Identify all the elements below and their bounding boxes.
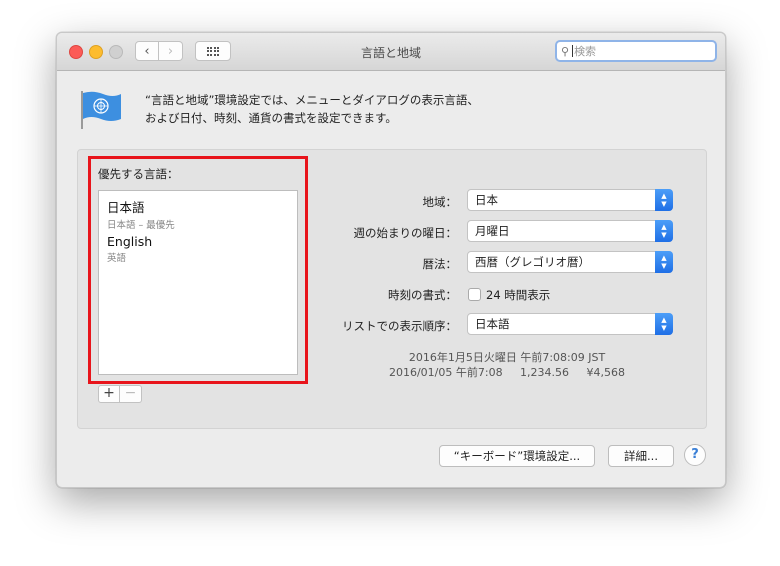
help-button[interactable]: ? (684, 444, 706, 466)
text-caret (572, 45, 574, 57)
title-bar: ‹ › 言語と地域 ⚲ 検索 (57, 33, 725, 71)
updown-arrows-icon: ▲ ▼ (655, 220, 673, 242)
keyboard-preferences-button[interactable]: “キーボード”環境設定... (439, 445, 595, 467)
add-language-button[interactable]: + (98, 385, 120, 403)
description-text: “言語と地域”環境設定では、メニューとダイアログの表示言語、 および日付、時刻、… (145, 91, 705, 127)
date-sample: 2016年1月5日火曜日 午前7:08:09 JST (408, 351, 606, 364)
first-day-label: 週の始まりの曜日： (353, 226, 458, 240)
calendar-label: 暦法： (422, 257, 458, 271)
search-field[interactable]: ⚲ 検索 (555, 40, 717, 62)
first-day-value: 月曜日 (475, 224, 510, 238)
updown-arrows-icon: ▲ ▼ (655, 251, 673, 273)
region-label: 地域： (422, 195, 458, 209)
calendar-popup[interactable]: 西暦（グレゴリオ暦） ▲ ▼ (467, 251, 673, 273)
calendar-value: 西暦（グレゴリオ暦） (475, 255, 590, 269)
sort-order-value: 日本語 (475, 317, 510, 331)
24-hour-checkbox[interactable] (468, 288, 481, 301)
preferences-window: ‹ › 言語と地域 ⚲ 検索 “言語と地域”環境設定では、メニューとダイアログの… (56, 32, 726, 488)
time-format-label: 時刻の書式： (388, 288, 457, 302)
un-flag-icon (81, 91, 121, 129)
description-line-2: および日付、時刻、通貨の書式を設定できます。 (145, 111, 397, 125)
24-hour-label[interactable]: 24 時間表示 (486, 287, 550, 303)
highlight-box (88, 156, 308, 384)
first-day-popup[interactable]: 月曜日 ▲ ▼ (467, 220, 673, 242)
sort-order-label: リストでの表示順序： (342, 319, 457, 333)
number-sample: 2016/01/05 午前7:08 1,234.56 ¥4,568 (388, 366, 626, 379)
description-line-1: “言語と地域”環境設定では、メニューとダイアログの表示言語、 (145, 93, 479, 107)
region-value: 日本 (475, 193, 498, 207)
advanced-button[interactable]: 詳細... (608, 445, 674, 467)
remove-language-button[interactable]: − (120, 385, 142, 403)
search-placeholder: 検索 (574, 45, 597, 58)
region-popup[interactable]: 日本 ▲ ▼ (467, 189, 673, 211)
updown-arrows-icon: ▲ ▼ (655, 313, 673, 335)
updown-arrows-icon: ▲ ▼ (655, 189, 673, 211)
search-icon: ⚲ (561, 44, 570, 58)
sort-order-popup[interactable]: 日本語 ▲ ▼ (467, 313, 673, 335)
